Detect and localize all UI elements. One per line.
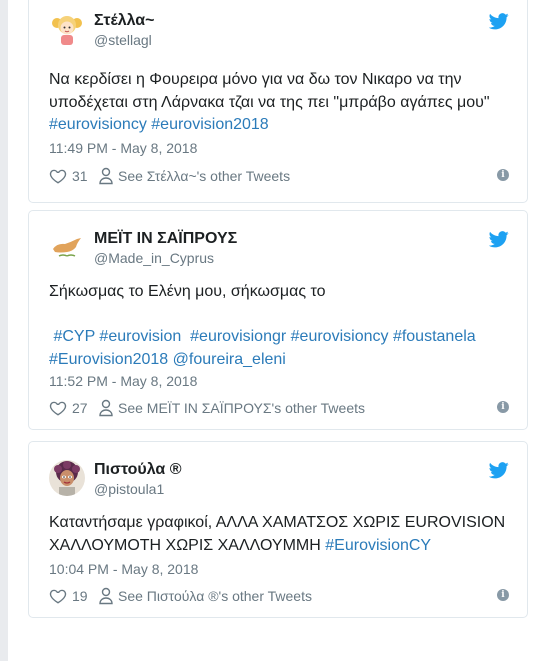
tweet-timestamp[interactable]: 11:49 PM - May 8, 2018 [49,140,197,156]
tweet-actions: 31 See Στέλλα~'s other Tweets i [49,167,509,187]
hashtag-link[interactable]: #eurovisioncy [291,328,389,345]
person-icon [99,587,113,605]
person-icon [99,167,113,185]
cartoon-girl-avatar-icon [49,11,85,47]
hashtag-link[interactable]: #eurovision [99,328,181,345]
author-name[interactable]: Πιστούλα ® [94,461,182,479]
hashtag-link[interactable]: #eurovisioncy [49,116,147,133]
see-other-tweets-link[interactable]: See ΜΕΪΤ ΙΝ ΣΑΪΠΡΟΥΣ's other Tweets [118,400,365,416]
info-icon[interactable]: i [497,169,509,181]
cyprus-map-avatar-icon [49,229,85,265]
twitter-bird-icon[interactable] [489,462,509,479]
tweet-timestamp[interactable]: 11:52 PM - May 8, 2018 [49,373,197,389]
tweet-text: Καταντήσαμε γραφικοί, ΑΛΛΑ ΧΑΜΑΤΣΟΣ ΧΩΡΙ… [49,512,519,557]
author-handle[interactable]: @Made_in_Cyprus [94,250,214,266]
hashtag-link[interactable]: #foustanela [393,328,476,345]
embedded-tweet: Στέλλα~ @stellagl Να κερδίσει η Φουρειρα… [28,0,528,203]
hashtag-link[interactable]: #CYP [53,328,95,345]
mention-link[interactable]: @foureira_eleni [173,351,286,368]
like-count[interactable]: 19 [72,588,88,604]
tweet-text: Σήκωσμας το Ελένη μου, σήκωσμας το #CYP … [49,281,519,371]
tweet-text-content: Να κερδίσει η Φουρειρα μόνο για να δω το… [49,71,490,111]
tweet-actions: 19 See Πιστούλα ®'s other Tweets i [49,587,509,607]
tweet-text: Να κερδίσει η Φουρειρα μόνο για να δω το… [49,69,519,137]
like-count[interactable]: 31 [72,168,88,184]
tweet-timestamp[interactable]: 10:04 PM - May 8, 2018 [49,561,198,577]
avatar[interactable] [49,11,85,47]
tweet-header: Στέλλα~ @stellagl [49,11,509,51]
info-icon[interactable]: i [497,589,509,601]
see-other-tweets-link[interactable]: See Πιστούλα ®'s other Tweets [118,588,312,604]
embedded-tweet: Πιστούλα ® @pistoula1 Καταντήσαμε γραφικ… [28,441,528,618]
hashtag-link[interactable]: #EurovisionCY [325,537,431,554]
person-icon [99,399,113,417]
tweet-header: Πιστούλα ® @pistoula1 [49,460,509,500]
hashtag-link[interactable]: #eurovision2018 [151,116,268,133]
tweet-actions: 27 See ΜΕΪΤ ΙΝ ΣΑΪΠΡΟΥΣ's other Tweets i [49,399,509,419]
twitter-bird-icon[interactable] [489,13,509,30]
tweet-header: ΜΕΪΤ ΙΝ ΣΑΪΠΡΟΥΣ @Made_in_Cyprus [49,229,509,269]
tweet-text-content: Σήκωσμας το Ελένη μου, σήκωσμας το [49,283,326,300]
heart-icon[interactable] [49,399,67,417]
embedded-tweet: ΜΕΪΤ ΙΝ ΣΑΪΠΡΟΥΣ @Made_in_Cyprus Σήκωσμα… [28,210,528,430]
avatar[interactable] [49,460,85,496]
like-count[interactable]: 27 [72,400,88,416]
heart-icon[interactable] [49,167,67,185]
info-icon[interactable]: i [497,401,509,413]
heart-icon[interactable] [49,587,67,605]
tweet-text-content: Καταντήσαμε γραφικοί, ΑΛΛΑ ΧΑΜΑΤΣΟΣ ΧΩΡΙ… [49,514,506,554]
author-handle[interactable]: @stellagl [94,32,152,48]
hashtag-link[interactable]: #Eurovision2018 [49,351,168,368]
author-name[interactable]: Στέλλα~ [94,12,154,30]
hashtag-link[interactable]: #eurovisiongr [190,328,286,345]
avatar[interactable] [49,229,85,265]
author-handle[interactable]: @pistoula1 [94,481,164,497]
see-other-tweets-link[interactable]: See Στέλλα~'s other Tweets [118,168,290,184]
woman-photo-avatar-icon [49,460,85,496]
twitter-bird-icon[interactable] [489,231,509,248]
author-name[interactable]: ΜΕΪΤ ΙΝ ΣΑΪΠΡΟΥΣ [94,230,237,248]
page-left-edge [0,0,8,661]
